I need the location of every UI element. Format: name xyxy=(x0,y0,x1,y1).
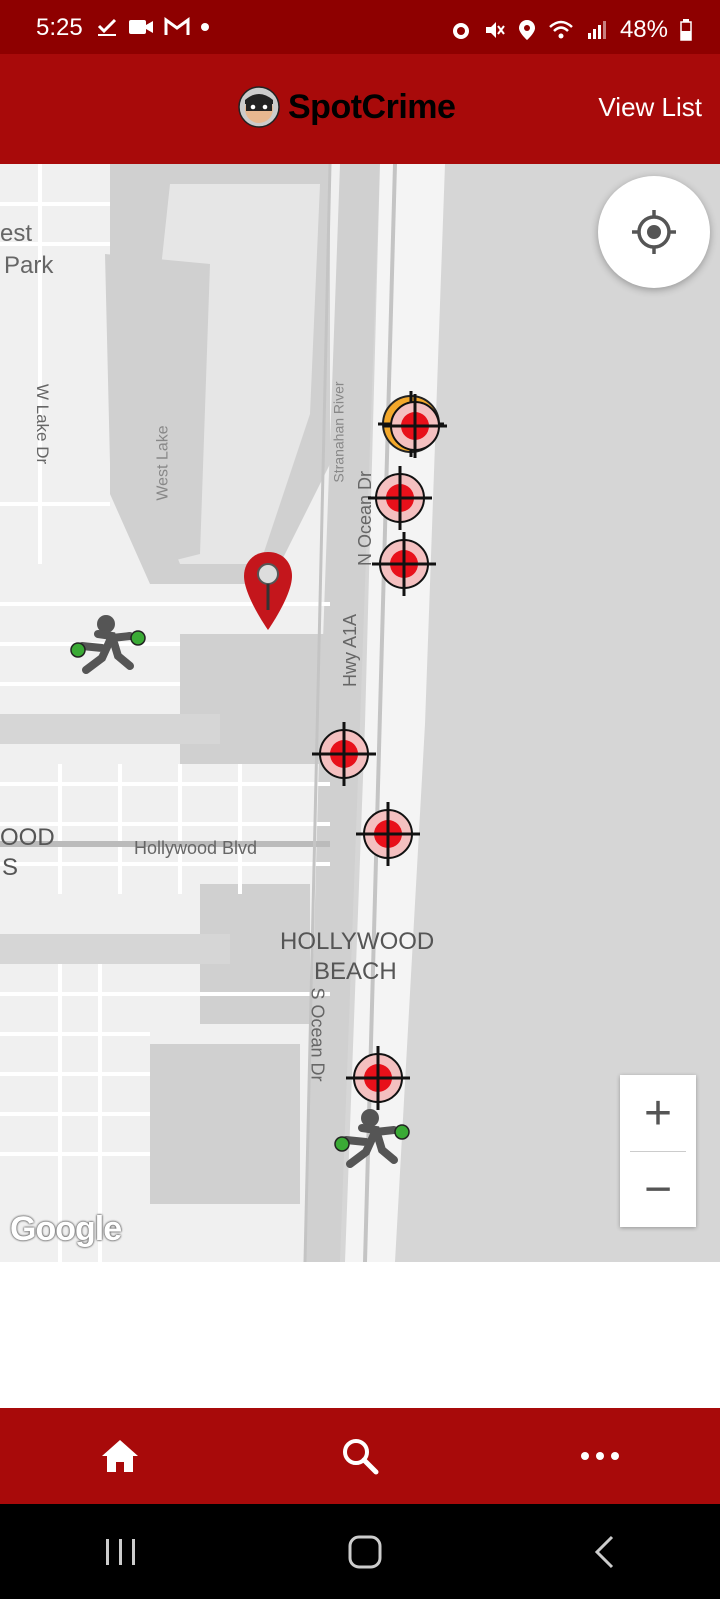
dot-icon xyxy=(201,23,209,31)
crime-markers xyxy=(70,391,447,1168)
search-location-pin-icon[interactable] xyxy=(244,552,292,630)
bottom-nav xyxy=(0,1408,720,1504)
back-icon[interactable] xyxy=(592,1534,616,1570)
home-nav-icon[interactable] xyxy=(347,1534,383,1570)
location-icon xyxy=(518,20,535,40)
battery-icon xyxy=(680,19,692,41)
zoom-divider xyxy=(630,1151,686,1152)
more-button[interactable] xyxy=(550,1416,650,1496)
google-attribution: Google xyxy=(10,1210,122,1248)
search-button[interactable] xyxy=(310,1416,410,1496)
crime-map[interactable]: est Park W Lake Dr West Lake Stranahan R… xyxy=(0,164,720,1262)
crosshair-icon xyxy=(632,210,676,254)
zoom-out-button[interactable]: − xyxy=(620,1151,696,1227)
spotcrime-logo: SpotCrime xyxy=(238,86,456,128)
system-icons: 48% xyxy=(450,16,692,44)
video-call-icon xyxy=(129,20,153,34)
status-bar: 5:25 48% xyxy=(0,0,720,54)
zoom-in-button[interactable]: + xyxy=(620,1075,696,1151)
zoom-control: + − xyxy=(620,1075,696,1227)
search-icon xyxy=(343,1439,379,1475)
crime-marker-icon[interactable] xyxy=(372,532,436,596)
robbery-marker-icon[interactable] xyxy=(334,1109,410,1168)
crime-marker-icon[interactable] xyxy=(312,722,376,786)
status-time: 5:25 xyxy=(36,14,83,41)
recent-apps-icon[interactable] xyxy=(104,1537,138,1567)
logo-text: SpotCrime xyxy=(288,87,456,126)
system-nav-bar xyxy=(0,1504,720,1599)
more-icon xyxy=(581,1452,619,1460)
signal-icon xyxy=(587,21,606,39)
home-button[interactable] xyxy=(70,1416,170,1496)
notification-icons xyxy=(96,16,210,38)
mute-icon xyxy=(485,22,505,38)
robbery-marker-icon[interactable] xyxy=(70,615,146,674)
alarm-icon xyxy=(452,23,469,39)
wifi-icon xyxy=(549,20,573,39)
crime-marker-icon[interactable] xyxy=(368,466,432,530)
gmail-icon xyxy=(164,17,190,35)
burglar-logo-icon xyxy=(238,86,280,128)
battery-percent: 48% xyxy=(619,16,668,43)
home-icon xyxy=(102,1440,138,1472)
crime-marker-icon[interactable] xyxy=(346,1046,410,1110)
check-icon xyxy=(97,18,117,36)
crime-marker-icon[interactable] xyxy=(356,802,420,866)
my-location-button[interactable] xyxy=(598,176,710,288)
view-list-button[interactable]: View List xyxy=(598,92,702,123)
